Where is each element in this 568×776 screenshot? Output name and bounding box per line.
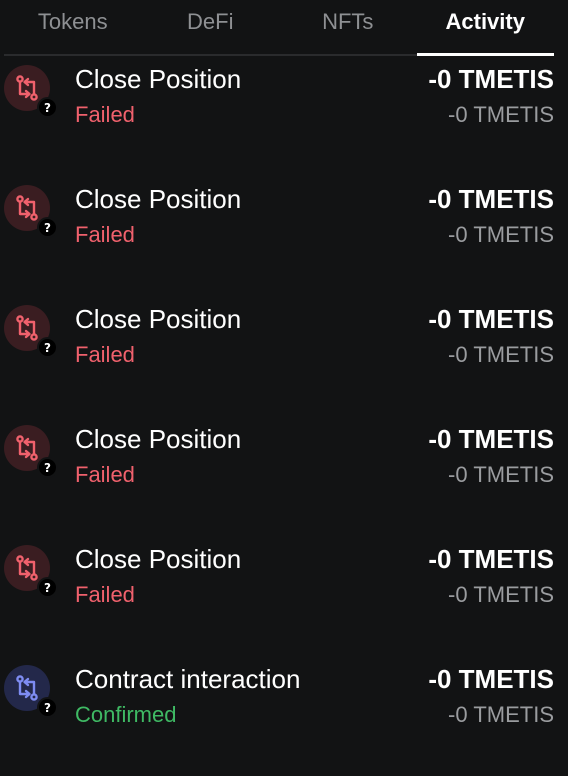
transaction-title: Close Position xyxy=(75,184,242,214)
transaction-secondary-amount: -0 TMETIS xyxy=(448,342,554,367)
transaction-amount: -0 TMETIS xyxy=(428,64,554,94)
swap-arrows-icon xyxy=(16,195,38,221)
tab-defi[interactable]: DeFi xyxy=(142,0,280,54)
list-item[interactable]: ? Close Position Failed -0 TMETIS -0 TMETIS xyxy=(0,416,568,536)
transaction-status: Failed xyxy=(75,102,135,127)
transaction-amount: -0 TMETIS xyxy=(428,304,554,334)
transaction-amount: -0 TMETIS xyxy=(428,544,554,574)
question-mark-icon: ? xyxy=(37,457,58,478)
list-item[interactable]: ? Close Position Failed -0 TMETIS -0 TMETIS xyxy=(0,536,568,656)
swap-arrows-icon xyxy=(16,555,38,581)
transaction-secondary-amount: -0 TMETIS xyxy=(448,582,554,607)
activity-list: ? Close Position Failed -0 TMETIS -0 TMETIS?… xyxy=(0,56,568,776)
question-mark-icon: ? xyxy=(37,697,58,718)
swap-arrows-icon xyxy=(16,315,38,341)
transaction-title: Close Position xyxy=(75,424,242,454)
list-item[interactable]: ? Close Position Failed -0 TMETIS -0 TMETIS xyxy=(0,56,568,176)
transaction-status: Failed xyxy=(75,462,135,487)
question-mark-icon: ? xyxy=(37,97,58,118)
transaction-amount: -0 TMETIS xyxy=(428,184,554,214)
tab-activity[interactable]: Activity xyxy=(416,0,555,56)
transaction-secondary-amount: -0 TMETIS xyxy=(448,102,554,127)
tab-tokens[interactable]: Tokens xyxy=(4,0,142,54)
transaction-title: Contract interaction xyxy=(75,664,301,694)
transaction-secondary-amount: -0 TMETIS xyxy=(448,462,554,487)
transaction-secondary-amount: -0 TMETIS xyxy=(448,222,554,247)
question-mark-icon: ? xyxy=(37,337,58,358)
transaction-secondary-amount: -0 TMETIS xyxy=(448,702,554,727)
swap-arrows-icon xyxy=(16,675,38,701)
transaction-status: Failed xyxy=(75,342,135,367)
swap-arrows-icon xyxy=(16,435,38,461)
transaction-title: Close Position xyxy=(75,64,242,94)
transaction-status: Failed xyxy=(75,222,135,247)
transaction-title: Close Position xyxy=(75,544,242,574)
question-mark-icon: ? xyxy=(37,217,58,238)
transaction-title: Close Position xyxy=(75,304,242,334)
transaction-amount: -0 TMETIS xyxy=(428,664,554,694)
transaction-status: Failed xyxy=(75,582,135,607)
tab-bar: Tokens DeFi NFTs Activity xyxy=(4,0,554,56)
question-mark-icon: ? xyxy=(37,577,58,598)
swap-arrows-icon xyxy=(16,75,38,101)
list-item[interactable]: ? Contract interaction Confirmed -0 TMETIS -… xyxy=(0,656,568,776)
list-item[interactable]: ? Close Position Failed -0 TMETIS -0 TMETIS xyxy=(0,296,568,416)
transaction-amount: -0 TMETIS xyxy=(428,424,554,454)
list-item[interactable]: ? Close Position Failed -0 TMETIS -0 TMETIS xyxy=(0,176,568,296)
tab-nfts[interactable]: NFTs xyxy=(279,0,417,54)
transaction-status: Confirmed xyxy=(75,702,177,727)
